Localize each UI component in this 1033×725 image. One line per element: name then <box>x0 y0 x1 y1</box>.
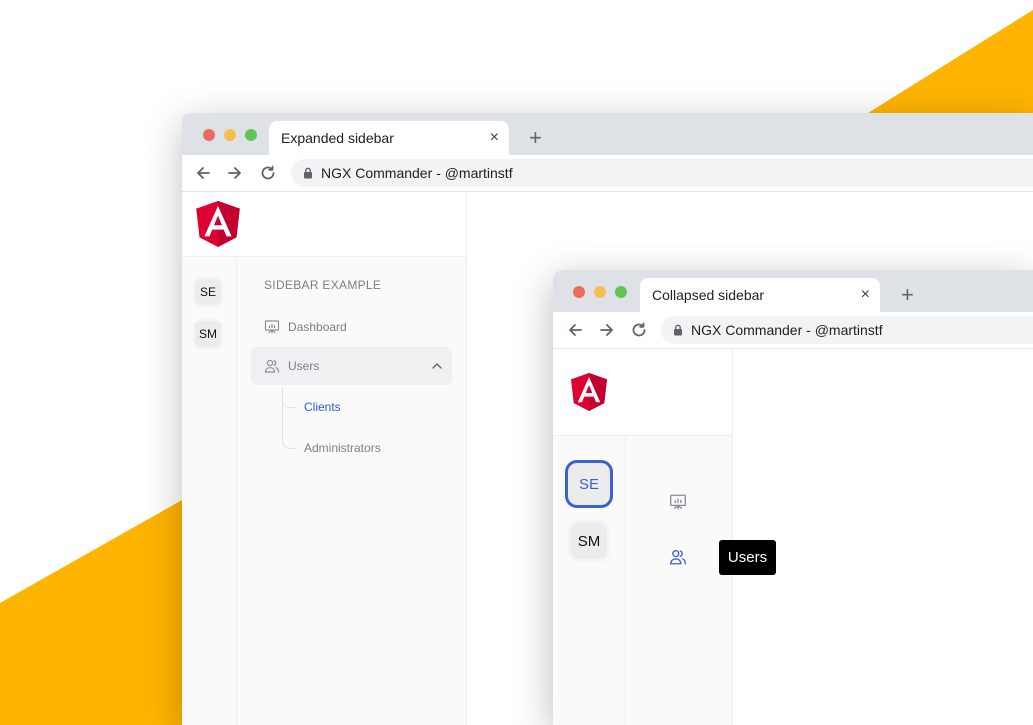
sidebar-item-users[interactable]: Users <box>251 347 452 385</box>
maximize-window-button[interactable] <box>245 129 257 141</box>
reload-icon[interactable] <box>259 164 277 182</box>
minimize-window-button[interactable] <box>594 286 606 298</box>
sidebar-item-label: Users <box>288 359 320 373</box>
logo-header <box>553 349 733 436</box>
maximize-window-button[interactable] <box>615 286 627 298</box>
sidebar-subitem-administrators[interactable]: Administrators <box>304 441 381 455</box>
workspace-se[interactable]: SE <box>193 277 223 307</box>
lock-icon <box>674 324 682 336</box>
sidebar-item-dashboard[interactable]: Dashboard <box>264 317 347 337</box>
presentation-chart-icon[interactable] <box>669 493 687 511</box>
back-icon[interactable] <box>194 164 212 182</box>
tree-branch <box>282 428 295 449</box>
tree-branch <box>282 387 295 408</box>
workspace-rail: SE SM <box>182 257 237 725</box>
tab-bar: Expanded sidebar × + <box>182 113 1033 155</box>
reload-icon[interactable] <box>630 321 648 339</box>
lock-icon <box>304 167 312 179</box>
presentation-chart-icon <box>264 320 280 334</box>
workspace-sm[interactable]: SM <box>568 520 610 562</box>
collapsed-sidebar-panel <box>626 436 733 725</box>
new-tab-button[interactable]: + <box>529 127 542 149</box>
tab-expanded-sidebar[interactable]: Expanded sidebar × <box>269 121 509 155</box>
back-icon[interactable] <box>566 321 584 339</box>
new-tab-button[interactable]: + <box>901 284 914 306</box>
users-tooltip: Users <box>719 540 776 575</box>
workspace-se[interactable]: SE <box>565 460 613 508</box>
minimize-window-button[interactable] <box>224 129 236 141</box>
users-icon[interactable] <box>669 548 687 566</box>
forward-icon[interactable] <box>598 321 616 339</box>
address-bar: NGX Commander - @martinstf <box>553 312 1033 349</box>
url-field[interactable]: NGX Commander - @martinstf <box>661 316 1033 344</box>
tab-close-icon[interactable]: × <box>861 287 870 303</box>
address-bar: NGX Commander - @martinstf <box>182 155 1033 192</box>
sidebar-item-label: Dashboard <box>288 320 347 334</box>
url-field[interactable]: NGX Commander - @martinstf <box>291 159 1033 187</box>
angular-logo <box>571 373 607 411</box>
sidebar-subitem-clients[interactable]: Clients <box>304 400 341 414</box>
url-text: NGX Commander - @martinstf <box>691 322 883 338</box>
close-window-button[interactable] <box>573 286 585 298</box>
logo-header <box>182 192 467 257</box>
tab-title: Collapsed sidebar <box>652 287 765 303</box>
angular-logo <box>196 201 240 247</box>
url-text: NGX Commander - @martinstf <box>321 165 513 181</box>
window-controls <box>203 129 257 141</box>
tab-title: Expanded sidebar <box>281 130 394 146</box>
forward-icon[interactable] <box>226 164 244 182</box>
users-icon <box>264 359 280 373</box>
tab-collapsed-sidebar[interactable]: Collapsed sidebar × <box>640 278 880 312</box>
workspace-sm[interactable]: SM <box>193 319 223 349</box>
close-window-button[interactable] <box>203 129 215 141</box>
chevron-up-icon[interactable] <box>432 363 442 369</box>
collapsed-browser-window: Collapsed sidebar × + NGX Commander - @m… <box>553 270 1033 725</box>
sidebar-panel: SIDEBAR EXAMPLE Dashboard Users Clients … <box>237 257 467 725</box>
tab-bar: Collapsed sidebar × + <box>553 270 1033 312</box>
window-controls <box>573 286 627 298</box>
sidebar-section-title: SIDEBAR EXAMPLE <box>264 278 382 292</box>
workspace-rail: SE SM <box>553 436 626 725</box>
tab-close-icon[interactable]: × <box>490 130 499 146</box>
